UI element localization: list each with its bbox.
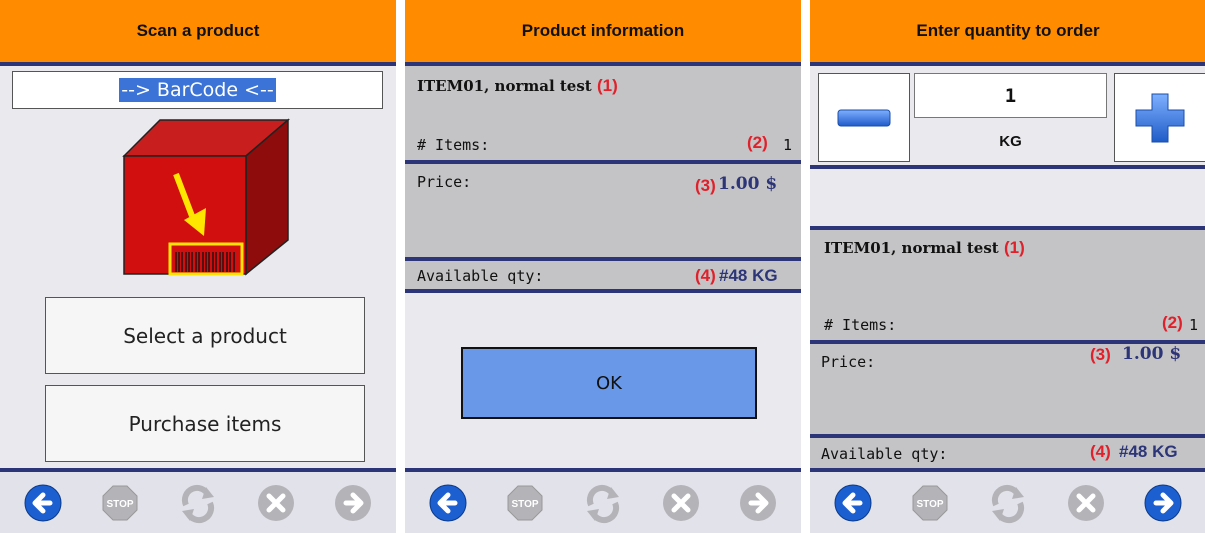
- decrease-quantity-button[interactable]: [818, 73, 910, 162]
- bottom-nav: STOP: [0, 468, 396, 533]
- divider: [405, 289, 801, 293]
- bottom-nav: STOP: [405, 468, 801, 533]
- bottom-nav: STOP: [810, 468, 1205, 533]
- scan-product-screen: Scan a product --> BarCode <-- Select a …: [0, 0, 396, 533]
- callout-3: (3): [695, 176, 716, 195]
- price-label: Price:: [821, 353, 876, 371]
- divider: [810, 165, 1205, 169]
- purchase-items-button[interactable]: Purchase items: [45, 385, 365, 462]
- available-qty-value: #48 KG: [719, 266, 778, 285]
- callout-1: (1): [1003, 238, 1025, 257]
- callout-4: (4): [695, 266, 716, 285]
- available-qty-label: Available qty:: [417, 267, 544, 285]
- refresh-icon[interactable]: [176, 481, 220, 525]
- increase-quantity-button[interactable]: [1114, 73, 1205, 162]
- barcode-input[interactable]: --> BarCode <--: [12, 71, 383, 109]
- callout-1: (1): [596, 76, 618, 95]
- cancel-icon[interactable]: [659, 481, 703, 525]
- stop-icon[interactable]: STOP: [98, 481, 142, 525]
- available-qty-label: Available qty:: [821, 445, 948, 463]
- barcode-placeholder: --> BarCode <--: [119, 78, 276, 102]
- price-value: 1.00 $: [718, 174, 778, 194]
- callout-2: (2): [747, 133, 768, 152]
- screen-title: Enter quantity to order: [810, 0, 1205, 66]
- enter-quantity-screen: Enter quantity to order 1 KG ITEM01, nor…: [810, 0, 1205, 533]
- available-qty-value: #48 KG: [1119, 442, 1178, 461]
- svg-text:STOP: STOP: [512, 499, 539, 510]
- refresh-icon[interactable]: [986, 481, 1030, 525]
- forward-arrow-icon[interactable]: [1141, 481, 1185, 525]
- back-arrow-icon[interactable]: [21, 481, 65, 525]
- screen-title: Product information: [405, 0, 801, 66]
- cancel-icon[interactable]: [254, 481, 298, 525]
- product-name: ITEM01, normal test (1): [417, 76, 618, 95]
- scan-box-illustration: [120, 116, 291, 280]
- items-label: # Items:: [417, 136, 490, 154]
- svg-text:STOP: STOP: [917, 499, 944, 510]
- stop-icon[interactable]: STOP: [503, 481, 547, 525]
- callout-3: (3): [1090, 345, 1111, 364]
- quantity-unit: KG: [999, 133, 1022, 150]
- callout-4: (4): [1090, 442, 1111, 461]
- refresh-icon[interactable]: [581, 481, 625, 525]
- items-value: 1: [1189, 316, 1199, 334]
- price-label: Price:: [417, 173, 472, 191]
- items-value: 1: [783, 136, 793, 154]
- forward-arrow-icon[interactable]: [736, 481, 780, 525]
- svg-text:STOP: STOP: [107, 499, 134, 510]
- quantity-field[interactable]: 1: [914, 73, 1107, 118]
- plus-icon: [1135, 93, 1185, 142]
- minus-icon: [837, 109, 891, 126]
- forward-arrow-icon[interactable]: [331, 481, 375, 525]
- stop-icon[interactable]: STOP: [908, 481, 952, 525]
- price-value: 1.00 $: [1122, 344, 1182, 364]
- back-arrow-icon[interactable]: [426, 481, 470, 525]
- product-name: ITEM01, normal test (1): [824, 238, 1025, 257]
- items-label: # Items:: [824, 316, 897, 334]
- callout-2: (2): [1162, 313, 1183, 332]
- select-product-button[interactable]: Select a product: [45, 297, 365, 374]
- ok-button[interactable]: OK: [461, 347, 757, 419]
- cancel-icon[interactable]: [1064, 481, 1108, 525]
- screen-title: Scan a product: [0, 0, 396, 66]
- back-arrow-icon[interactable]: [831, 481, 875, 525]
- product-information-screen: Product information ITEM01, normal test …: [405, 0, 801, 533]
